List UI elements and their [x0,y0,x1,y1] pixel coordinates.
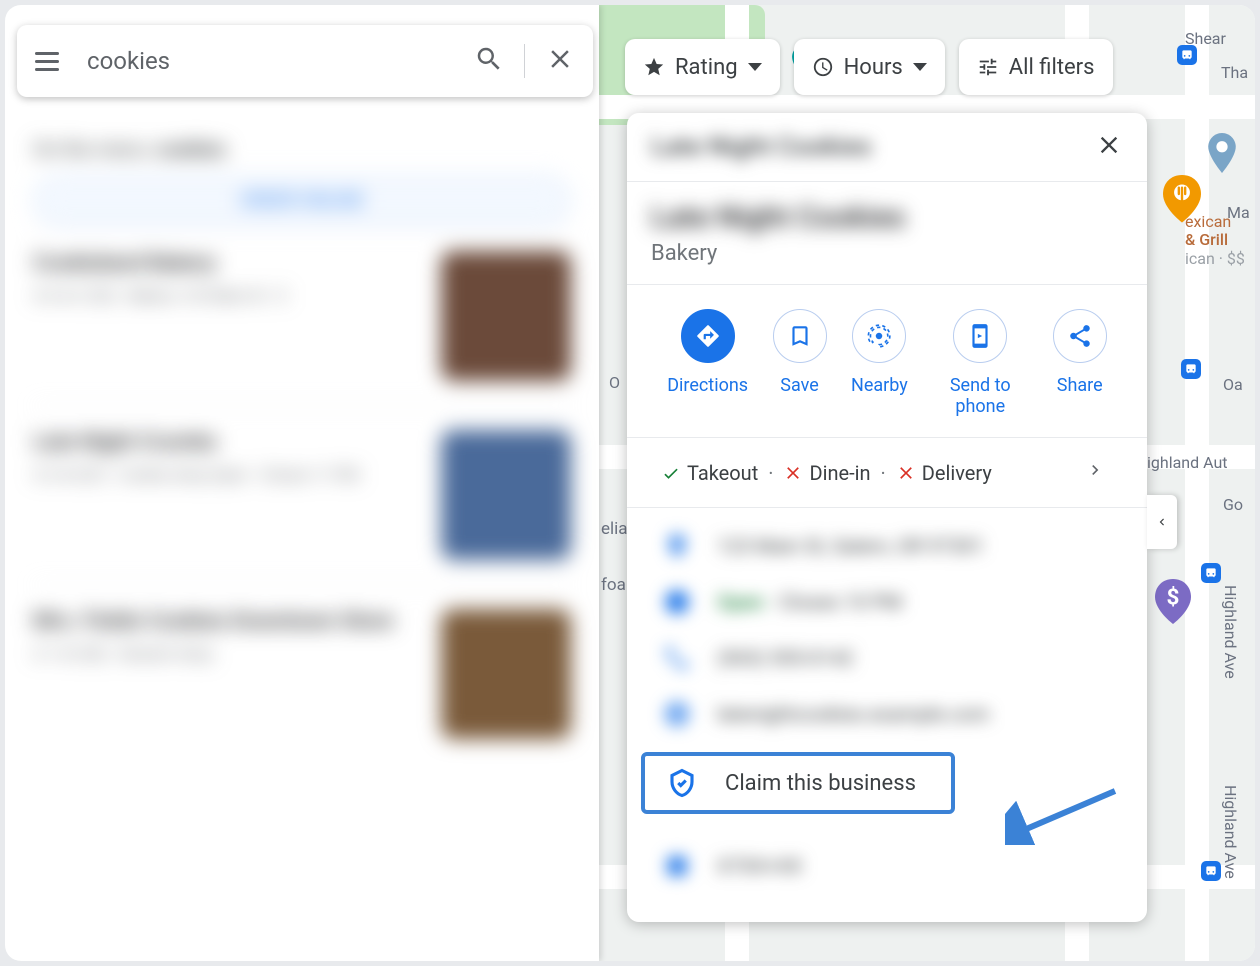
service-options-row[interactable]: Takeout · Dine-in · Delivery [651,438,1123,507]
share-button[interactable]: Share [1053,309,1107,417]
globe-icon [663,700,691,728]
map-pin-shopping[interactable]: $ [1155,579,1191,623]
search-result[interactable]: Late Night Crumbs 4.3 ★ (87) · Cookie sh… [33,405,571,584]
cross-icon [896,463,916,483]
service-dinein: Dine-in [783,461,870,485]
on-menu-hint: On the menu: cookies [33,131,571,175]
directions-button[interactable]: Directions [667,309,748,417]
menu-icon[interactable] [35,52,59,71]
phone-icon [663,644,691,672]
cross-icon [783,463,803,483]
chevron-down-icon [748,63,762,71]
action-row: Directions Save Nearby Send to phone Sha… [651,285,1123,437]
business-category: Bakery [651,241,1123,266]
map-poi-label: exican & Grill ican · $$ [1185,213,1245,268]
result-thumbnail [441,251,571,381]
result-subtitle: 4.1 ★ (54) · Dessert shop [33,642,421,666]
nearby-button[interactable]: Nearby [851,309,908,417]
info-phone[interactable]: (503) 555-0142 [651,630,1123,686]
info-website[interactable]: latenightcookies.example.com [651,686,1123,742]
action-label: Save [780,375,819,396]
clock-icon [812,56,834,78]
order-online-button[interactable]: ORDER ONLINE [33,175,571,226]
send-to-phone-button[interactable]: Send to phone [932,309,1028,417]
clock-icon [663,588,691,616]
search-input[interactable] [87,47,474,75]
check-icon [661,463,681,483]
phone-send-icon [953,309,1007,363]
business-name: Late Night Cookies [651,200,1123,235]
bookmark-icon [773,309,827,363]
map-label: O [609,373,620,392]
search-results-panel: On the menu: cookies ORDER ONLINE Cookie… [5,5,599,961]
bus-stop-icon[interactable] [1181,359,1201,379]
result-subtitle: 4.3 ★ (87) · Cookie shop Open · Closes 1… [33,463,421,487]
map-label: Tha [1221,63,1248,82]
clear-search-icon[interactable] [545,44,575,78]
star-icon [643,56,665,78]
tune-icon [977,56,999,78]
filter-label: All filters [1009,55,1095,80]
action-label: Share [1057,375,1103,396]
collapse-panel-button[interactable] [1147,495,1177,549]
map-pin[interactable] [1207,133,1237,173]
result-thumbnail [441,609,571,739]
bus-stop-icon[interactable] [1201,563,1221,583]
action-label: Send to phone [932,375,1028,417]
share-icon [1053,309,1107,363]
filter-all[interactable]: All filters [959,39,1113,95]
map-label: Oa [1223,375,1243,394]
result-thumbnail [441,430,571,560]
chevron-right-icon [1085,460,1105,485]
map-label: Go [1223,495,1243,514]
search-result[interactable]: Cookieland Bakery 4.6 ★ (120) · Bakery 1… [33,226,571,405]
search-bar [17,25,593,97]
pin-icon [663,532,691,560]
filter-label: Hours [844,55,903,80]
nearby-icon [852,309,906,363]
bus-stop-icon[interactable] [1201,861,1221,881]
chevron-down-icon [913,63,927,71]
info-address[interactable]: 123 Main St, Salem, OR 97301 [651,518,1123,574]
action-label: Nearby [851,375,908,396]
map-label: foa [601,575,626,595]
search-icon[interactable] [474,44,504,78]
map-label: Highland Ave [1221,785,1240,879]
claim-business-row[interactable]: Claim this business [651,742,1123,838]
directions-icon [681,309,735,363]
service-takeout: Takeout [661,461,758,485]
search-result[interactable]: Mrs. Fields Cookies Downtown Store 4.1 ★… [33,584,571,763]
info-hours[interactable]: Open · Closes 10 PM [651,574,1123,630]
card-title: Late Night Cookies [651,132,871,162]
action-label: Directions [667,375,748,396]
svg-text:$: $ [1167,585,1180,611]
filter-bar: Rating Hours All filters [625,39,1113,95]
result-title: Cookieland Bakery [33,251,421,276]
filter-label: Rating [675,55,738,80]
close-icon[interactable] [1095,131,1123,163]
map-label: ighland Aut [1147,453,1228,472]
filter-rating[interactable]: Rating [625,39,780,95]
divider [524,44,525,78]
result-title: Late Night Crumbs [33,430,421,455]
bus-stop-icon[interactable] [1177,45,1197,65]
result-subtitle: 4.6 ★ (120) · Bakery 123 Main St · $ [33,284,421,308]
map-label: Highland Ave [1221,585,1240,679]
service-delivery: Delivery [896,461,992,485]
business-detail-card: Late Night Cookies Late Night Cookies Ba… [627,113,1147,922]
plus-code-icon [663,852,691,880]
shield-check-icon [667,768,697,798]
save-button[interactable]: Save [773,309,827,417]
result-title: Mrs. Fields Cookies Downtown Store [33,609,421,634]
info-plus-code[interactable]: X7XX+XX [651,838,1123,894]
filter-hours[interactable]: Hours [794,39,945,95]
